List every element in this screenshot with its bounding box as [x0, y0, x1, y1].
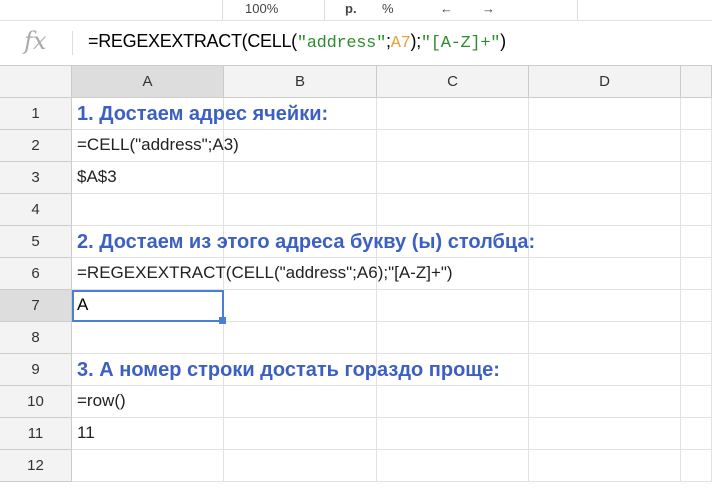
cell-C7[interactable]: [377, 290, 529, 322]
cell-C3[interactable]: [377, 162, 529, 194]
row-header-5[interactable]: 5: [0, 226, 72, 258]
cell-D2[interactable]: [529, 130, 681, 162]
cell-E12[interactable]: [681, 450, 712, 482]
row-header-1[interactable]: 1: [0, 98, 72, 130]
cell-value: $A$3: [77, 167, 117, 186]
cell-A8[interactable]: [72, 322, 224, 354]
cell-C11[interactable]: [377, 418, 529, 450]
cell-E5[interactable]: [681, 226, 712, 258]
column-header-c[interactable]: C: [377, 66, 529, 98]
cell-E2[interactable]: [681, 130, 712, 162]
cell-D3[interactable]: [529, 162, 681, 194]
cell-E8[interactable]: [681, 322, 712, 354]
cell-D1[interactable]: [529, 98, 681, 130]
cell-C12[interactable]: [377, 450, 529, 482]
formula-input[interactable]: =REGEXEXTRACT(CELL("address";A7);"[A-Z]+…: [88, 31, 506, 53]
cell-D10[interactable]: [529, 386, 681, 418]
fill-handle[interactable]: [219, 317, 226, 324]
column-header-a[interactable]: A: [72, 66, 224, 98]
cell-D7[interactable]: [529, 290, 681, 322]
cell-C8[interactable]: [377, 322, 529, 354]
toolbar: 100% р. % ← →: [0, 0, 712, 21]
row-header-6[interactable]: 6: [0, 258, 72, 290]
row-header-9[interactable]: 9: [0, 354, 72, 386]
row-header-11[interactable]: 11: [0, 418, 72, 450]
cell-D5[interactable]: [529, 226, 681, 258]
fx-icon: fx: [24, 27, 47, 55]
row-header-12[interactable]: 12: [0, 450, 72, 482]
cell-C1[interactable]: [377, 98, 529, 130]
cell-B4[interactable]: [224, 194, 377, 226]
cell-E6[interactable]: [681, 258, 712, 290]
cell-D11[interactable]: [529, 418, 681, 450]
cell-value: 11: [77, 423, 95, 442]
cell-D6[interactable]: [529, 258, 681, 290]
cell-D9[interactable]: [529, 354, 681, 386]
cell-E1[interactable]: [681, 98, 712, 130]
cell-E10[interactable]: [681, 386, 712, 418]
row-header-2[interactable]: 2: [0, 130, 72, 162]
cell-value: =REGEXEXTRACT(CELL("address";A6);"[A-Z]+…: [77, 263, 453, 282]
section-heading: 1. Достаем адрес ячейки:: [77, 103, 329, 125]
active-cell-selection: [72, 290, 224, 322]
cell-value: =CELL("address";A3): [77, 135, 239, 154]
cell-C4[interactable]: [377, 194, 529, 226]
row-header-4[interactable]: 4: [0, 194, 72, 226]
cell-A12[interactable]: [72, 450, 224, 482]
cell-E9[interactable]: [681, 354, 712, 386]
cell-B10[interactable]: [224, 386, 377, 418]
cell-E7[interactable]: [681, 290, 712, 322]
cell-B7[interactable]: [224, 290, 377, 322]
cell-B11[interactable]: [224, 418, 377, 450]
column-header-d[interactable]: D: [529, 66, 681, 98]
cell-B8[interactable]: [224, 322, 377, 354]
zoom-select[interactable]: 100%: [245, 1, 278, 16]
cell-C2[interactable]: [377, 130, 529, 162]
percent-format-button[interactable]: %: [382, 1, 394, 16]
cell-B3[interactable]: [224, 162, 377, 194]
cell-D4[interactable]: [529, 194, 681, 226]
row-header-3[interactable]: 3: [0, 162, 72, 194]
cell-E11[interactable]: [681, 418, 712, 450]
column-header-e[interactable]: [681, 66, 712, 98]
increase-decimal-button[interactable]: →: [482, 1, 495, 16]
row-header-10[interactable]: 10: [0, 386, 72, 418]
cell-E4[interactable]: [681, 194, 712, 226]
cell-D12[interactable]: [529, 450, 681, 482]
section-heading: 3. А номер строки достать гораздо проще:: [77, 359, 500, 381]
cell-B2[interactable]: [224, 130, 377, 162]
decrease-decimal-button[interactable]: ←: [440, 1, 453, 16]
cell-E3[interactable]: [681, 162, 712, 194]
section-heading: 2. Достаем из этого адреса букву (ы) сто…: [77, 231, 536, 253]
select-all-corner[interactable]: [0, 66, 72, 98]
currency-format-button[interactable]: р.: [345, 1, 357, 16]
cell-B12[interactable]: [224, 450, 377, 482]
cell-C10[interactable]: [377, 386, 529, 418]
column-header-b[interactable]: B: [224, 66, 377, 98]
row-header-7[interactable]: 7: [0, 290, 72, 322]
cell-A4[interactable]: [72, 194, 224, 226]
cell-value: =row(): [77, 391, 126, 410]
formula-bar: fx =REGEXEXTRACT(CELL("address";A7);"[A-…: [0, 21, 712, 66]
row-header-8[interactable]: 8: [0, 322, 72, 354]
cell-D8[interactable]: [529, 322, 681, 354]
